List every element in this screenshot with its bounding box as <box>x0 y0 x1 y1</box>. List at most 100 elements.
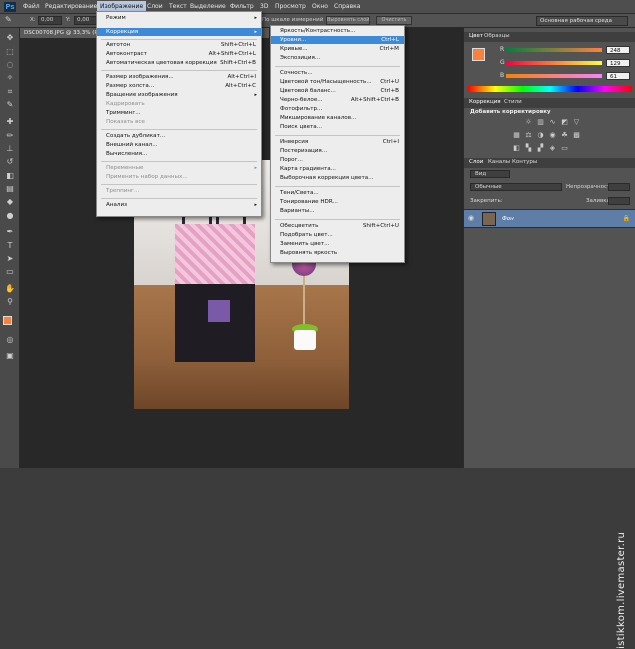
tab-paths[interactable]: Контуры <box>512 158 537 167</box>
clear-button[interactable]: Очистить <box>376 16 412 25</box>
r-slider[interactable] <box>506 48 602 52</box>
layer-row-background[interactable]: ◉ Фон 🔒 <box>464 209 635 228</box>
pen-icon[interactable]: ✒ <box>4 226 16 237</box>
shape-icon[interactable]: ▭ <box>4 266 16 277</box>
menu-edit[interactable]: Редактирование <box>45 3 97 10</box>
move-icon[interactable]: ✥ <box>4 32 16 43</box>
menu-item-threshold[interactable]: Порог... <box>271 156 404 164</box>
menu-item-equalize[interactable]: Выровнять яркость <box>271 249 404 257</box>
menu-item-photo-filter[interactable]: Фотофильтр... <box>271 105 404 113</box>
curves-icon[interactable]: ∿ <box>548 118 557 127</box>
tab-color[interactable]: Цвет <box>469 32 483 41</box>
stamp-icon[interactable]: ⊥ <box>4 143 16 154</box>
menu-item-duplicate[interactable]: Создать дубликат... <box>97 132 261 140</box>
menu-item-shadows-highlights[interactable]: Тени/Света... <box>271 189 404 197</box>
menu-item-channel-mixer[interactable]: Микширование каналов... <box>271 114 404 122</box>
threshold-icon[interactable]: ▞ <box>536 144 545 153</box>
menu-item-autocolor[interactable]: Автоматическая цветовая коррекция Shift+C… <box>97 59 261 67</box>
tab-layers[interactable]: Слои <box>469 158 483 167</box>
posterize-icon[interactable]: ▚ <box>524 144 533 153</box>
menu-item-color-balance[interactable]: Цветовой баланс... Ctrl+B <box>271 87 404 95</box>
history-brush-icon[interactable]: ↺ <box>4 156 16 167</box>
kind-filter[interactable]: Вид <box>470 170 510 178</box>
dodge-icon[interactable]: ● <box>4 210 16 221</box>
menu-item-invert[interactable]: Инверсия Ctrl+I <box>271 138 404 146</box>
menu-item-desaturate[interactable]: Обесцветить Shift+Ctrl+U <box>271 222 404 230</box>
menu-item-color-lookup[interactable]: Поиск цвета... <box>271 123 404 131</box>
menu-window[interactable]: Окно <box>312 3 328 10</box>
foreground-color-preview[interactable] <box>472 48 485 61</box>
gradient-icon[interactable]: ▤ <box>4 183 16 194</box>
tab-channels[interactable]: Каналы <box>488 158 510 167</box>
menu-item-image-size[interactable]: Размер изображения... Alt+Ctrl+I <box>97 73 261 81</box>
blend-mode-select[interactable]: Обычные <box>470 183 562 191</box>
bw-icon[interactable]: ◑ <box>536 131 545 140</box>
select-layer-button[interactable]: Выровнять слой <box>326 16 370 25</box>
gradient-map-icon[interactable]: ▭ <box>560 144 569 153</box>
menu-select[interactable]: Выделение <box>190 3 226 10</box>
menu-item-correction[interactable]: Коррекция ▸ <box>97 28 261 36</box>
menu-view[interactable]: Просмотр <box>275 3 306 10</box>
menu-type[interactable]: Текст <box>169 3 187 10</box>
blur-icon[interactable]: ◆ <box>4 196 16 207</box>
menu-item-black-white[interactable]: Черно-белое... Alt+Shift+Ctrl+B <box>271 96 404 104</box>
screen-mode-icon[interactable]: ▣ <box>4 350 16 361</box>
menu-item-autocontrast[interactable]: Автоконтраст Alt+Shift+Ctrl+L <box>97 50 261 58</box>
menu-item-curves[interactable]: Кривые... Ctrl+M <box>271 45 404 53</box>
hue-icon[interactable]: ▦ <box>512 131 521 140</box>
menu-item-posterize[interactable]: Постеризация... <box>271 147 404 155</box>
opacity-field[interactable] <box>608 183 630 191</box>
menu-item-trim[interactable]: Тримминг... <box>97 109 261 117</box>
x-field[interactable]: 0,00 <box>38 16 62 25</box>
eyedropper-icon[interactable]: ✎ <box>5 15 12 24</box>
hand-icon[interactable]: ✋ <box>4 283 16 294</box>
menu-item-selective-color[interactable]: Выборочная коррекция цвета... <box>271 174 404 182</box>
tab-adjustments[interactable]: Коррекция <box>469 98 501 107</box>
levels-icon[interactable]: ▥ <box>536 118 545 127</box>
eye-icon[interactable]: ◉ <box>468 214 474 222</box>
menu-item-analysis[interactable]: Анализ ▸ <box>97 201 261 209</box>
foreground-color-swatch[interactable] <box>3 316 12 325</box>
menu-item-canvas-size[interactable]: Размер холста... Alt+Ctrl+C <box>97 82 261 90</box>
healing-icon[interactable]: ✚ <box>4 116 16 127</box>
invert-icon[interactable]: ◧ <box>512 144 521 153</box>
menu-item-match-color[interactable]: Подобрать цвет... <box>271 231 404 239</box>
menu-item-autotone[interactable]: Автотон Shift+Ctrl+L <box>97 41 261 49</box>
vibrance-icon[interactable]: ▽ <box>572 118 581 127</box>
color-spectrum[interactable] <box>468 86 632 92</box>
g-slider[interactable] <box>506 61 602 65</box>
eyedropper-tool-icon[interactable]: ✎ <box>4 99 16 110</box>
photo-filter-icon[interactable]: ◉ <box>548 131 557 140</box>
menu-item-hdr-toning[interactable]: Тонирование HDR... <box>271 198 404 206</box>
quick-mask-icon[interactable]: ◎ <box>4 334 16 345</box>
menu-layers[interactable]: Слои <box>147 3 163 10</box>
tab-styles[interactable]: Стили <box>504 98 522 107</box>
menu-item-rotation[interactable]: Вращение изображения ▸ <box>97 91 261 99</box>
workspace-select[interactable]: Основная рабочая среда <box>536 16 628 26</box>
lasso-icon[interactable]: ◌ <box>4 59 16 70</box>
eraser-icon[interactable]: ◧ <box>4 170 16 181</box>
menu-item-levels[interactable]: Уровни... Ctrl+L <box>271 36 404 44</box>
lookup-icon[interactable]: ▩ <box>572 131 581 140</box>
y-field[interactable]: 0,00 <box>74 16 98 25</box>
crop-icon[interactable]: ⌗ <box>4 86 16 97</box>
tab-swatches[interactable]: Образцы <box>484 32 510 41</box>
brightness-icon[interactable]: ☼ <box>524 118 533 127</box>
g-value[interactable]: 129 <box>606 59 630 67</box>
menu-filter[interactable]: Фильтр <box>230 3 254 10</box>
layer-name[interactable]: Фон <box>502 216 514 222</box>
menu-item-variations[interactable]: Варианты... <box>271 207 404 215</box>
path-select-icon[interactable]: ➤ <box>4 253 16 264</box>
menu-item-gradient-map[interactable]: Карта градиента... <box>271 165 404 173</box>
menu-item-mode[interactable]: Режим ▸ <box>97 14 261 22</box>
type-icon[interactable]: T <box>4 240 16 251</box>
mixer-icon[interactable]: ☘ <box>560 131 569 140</box>
balance-icon[interactable]: ⚖ <box>524 131 533 140</box>
exposure-icon[interactable]: ◩ <box>560 118 569 127</box>
marquee-icon[interactable]: ⬚ <box>4 46 16 57</box>
menu-item-hue-saturation[interactable]: Цветовой тон/Насыщенность... Ctrl+U <box>271 78 404 86</box>
fill-field[interactable] <box>608 197 630 205</box>
menu-item-replace-color[interactable]: Заменить цвет... <box>271 240 404 248</box>
brush-icon[interactable]: ✏ <box>4 130 16 141</box>
quick-select-icon[interactable]: ✧ <box>4 72 16 83</box>
